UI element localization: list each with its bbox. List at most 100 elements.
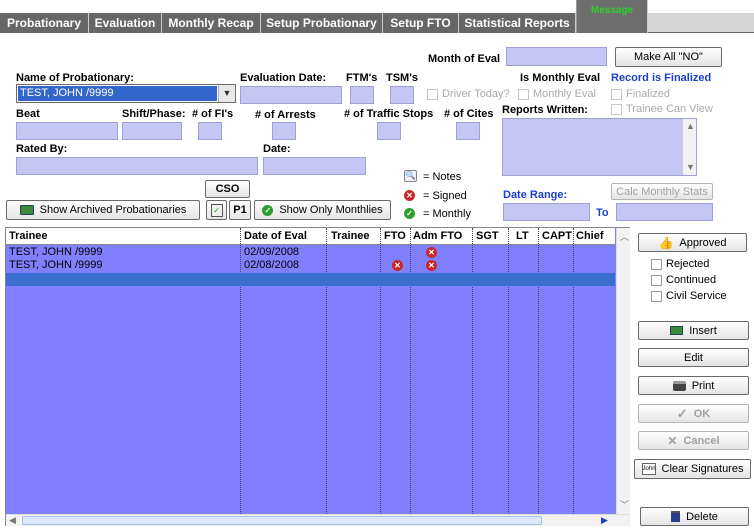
edit-label: Edit bbox=[684, 351, 703, 364]
ftms-field[interactable] bbox=[350, 86, 374, 104]
tab-message[interactable]: Message bbox=[576, 0, 648, 33]
date-label: Date: bbox=[263, 143, 291, 155]
col-date-of-eval[interactable]: Date of Eval bbox=[244, 230, 307, 242]
cancel-button[interactable]: ✕ Cancel bbox=[638, 431, 749, 450]
row-date: 02/09/2008 bbox=[244, 246, 300, 258]
printer-icon bbox=[672, 380, 686, 391]
col-chief[interactable]: Chief bbox=[576, 230, 604, 242]
grid-header: Trainee Date of Eval Trainee FTO Adm FTO… bbox=[6, 228, 615, 245]
ok-label: OK bbox=[693, 407, 711, 420]
table-row[interactable]: TEST, JOHN /9999 02/09/2008 ✕ bbox=[6, 246, 615, 259]
trainee-can-view-checkbox[interactable] bbox=[611, 104, 622, 115]
checklist-button[interactable]: ✓ bbox=[206, 200, 227, 220]
grid-horizontal-scrollbar[interactable]: ◀ ▶ bbox=[6, 514, 630, 526]
rated-by-label: Rated By: bbox=[16, 143, 68, 155]
finalized-checkbox[interactable] bbox=[611, 89, 622, 100]
chevron-down-icon[interactable]: ▼ bbox=[218, 85, 235, 102]
driver-today-checkbox[interactable] bbox=[427, 89, 438, 100]
probationary-selected-value: TEST, JOHN /9999 bbox=[18, 86, 217, 101]
selected-row[interactable] bbox=[6, 273, 615, 286]
row-date: 02/08/2008 bbox=[244, 259, 300, 271]
approved-button[interactable]: 👍 Approved bbox=[638, 233, 747, 252]
p1-button[interactable]: P1 bbox=[229, 200, 251, 220]
cso-button[interactable]: CSO bbox=[205, 180, 250, 198]
tab-probationary[interactable]: Probationary bbox=[0, 13, 89, 33]
tab-monthly-recap[interactable]: Monthly Recap bbox=[162, 13, 261, 33]
adm-fto-signed-icon: ✕ bbox=[426, 259, 437, 271]
traffic-stops-label: # of Traffic Stops bbox=[344, 108, 434, 120]
tab-evaluation[interactable]: Evaluation bbox=[89, 13, 162, 33]
shift-phase-label: Shift/Phase: bbox=[122, 108, 186, 120]
scroll-up-icon[interactable]: ︿ bbox=[620, 230, 629, 243]
record-finalized-label: Record is Finalized bbox=[611, 72, 712, 84]
tsms-label: TSM's bbox=[386, 72, 418, 84]
civil-service-checkbox[interactable] bbox=[651, 291, 662, 302]
month-of-eval-field[interactable] bbox=[506, 47, 607, 66]
row-trainee: TEST, JOHN /9999 bbox=[9, 259, 103, 271]
tab-setup-probationary[interactable]: Setup Probationary bbox=[261, 13, 383, 33]
insert-button[interactable]: Insert bbox=[638, 321, 749, 340]
clear-signatures-button[interactable]: John Clear Signatures bbox=[634, 459, 751, 479]
scroll-down-icon[interactable]: ▼ bbox=[686, 162, 695, 172]
show-archived-label: Show Archived Probationaries bbox=[39, 204, 187, 216]
continued-checkbox[interactable] bbox=[651, 275, 662, 286]
tab-bar: Probationary Evaluation Monthly Recap Se… bbox=[0, 0, 754, 33]
col-adm-fto[interactable]: Adm FTO bbox=[413, 230, 462, 242]
col-lt[interactable]: LT bbox=[516, 230, 529, 242]
table-row[interactable]: TEST, JOHN /9999 02/08/2008 ✕ ✕ bbox=[6, 259, 615, 272]
col-trainee-sign[interactable]: Trainee bbox=[331, 230, 370, 242]
probationary-select[interactable]: TEST, JOHN /9999 ▼ bbox=[16, 84, 236, 103]
calc-monthly-stats-label: Calc Monthly Stats bbox=[616, 185, 708, 198]
archive-icon bbox=[19, 205, 34, 215]
show-only-monthlies-button[interactable]: ✓ Show Only Monthlies bbox=[254, 200, 391, 220]
calc-monthly-stats-button[interactable]: Calc Monthly Stats bbox=[611, 183, 713, 200]
scroll-thumb[interactable] bbox=[22, 516, 542, 525]
cites-field[interactable] bbox=[456, 122, 480, 140]
date-range-start-field[interactable] bbox=[503, 203, 590, 221]
shift-phase-field[interactable] bbox=[122, 122, 182, 140]
rated-date-field[interactable] bbox=[263, 157, 366, 175]
evaluation-date-field[interactable] bbox=[240, 86, 342, 104]
fis-label: # of FI's bbox=[192, 108, 234, 120]
rated-by-field[interactable] bbox=[16, 157, 258, 175]
scroll-right-icon[interactable]: ▶ bbox=[601, 515, 608, 526]
monthly-eval-checkbox[interactable] bbox=[518, 89, 529, 100]
grid-vertical-scrollbar[interactable]: ︿ ﹀ bbox=[616, 228, 630, 514]
col-sgt[interactable]: SGT bbox=[476, 230, 499, 242]
delete-button[interactable]: Delete bbox=[640, 507, 749, 526]
date-range-end-field[interactable] bbox=[616, 203, 713, 221]
fis-field[interactable] bbox=[198, 122, 222, 140]
cites-label: # of Cites bbox=[444, 108, 494, 120]
scroll-up-icon[interactable]: ▲ bbox=[686, 121, 695, 131]
tsms-field[interactable] bbox=[390, 86, 414, 104]
trash-icon bbox=[671, 511, 681, 522]
col-trainee[interactable]: Trainee bbox=[9, 230, 48, 242]
evaluations-grid: Trainee Date of Eval Trainee FTO Adm FTO… bbox=[5, 227, 630, 526]
thumbs-up-icon: 👍 bbox=[658, 235, 674, 250]
traffic-stops-field[interactable] bbox=[377, 122, 401, 140]
reports-scrollbar[interactable]: ▲ ▼ bbox=[682, 119, 696, 175]
print-button[interactable]: Print bbox=[638, 376, 749, 395]
month-of-eval-label: Month of Eval bbox=[428, 53, 501, 65]
show-archived-button[interactable]: Show Archived Probationaries bbox=[6, 200, 200, 220]
monthly-legend: = Monthly bbox=[423, 208, 471, 220]
beat-field[interactable] bbox=[16, 122, 118, 140]
col-fto[interactable]: FTO bbox=[384, 230, 406, 242]
clear-signatures-label: Clear Signatures bbox=[661, 463, 744, 475]
ok-button[interactable]: ✓ OK bbox=[638, 404, 749, 423]
reports-written-textarea[interactable]: ▲ ▼ bbox=[502, 118, 697, 176]
notes-legend: = Notes bbox=[423, 171, 462, 183]
col-capt[interactable]: CAPT bbox=[542, 230, 572, 242]
edit-button[interactable]: Edit bbox=[638, 348, 749, 367]
beat-label: Beat bbox=[16, 108, 40, 120]
scroll-down-icon[interactable]: ﹀ bbox=[620, 498, 629, 511]
rejected-label: Rejected bbox=[666, 258, 710, 270]
tab-statistical-reports[interactable]: Statistical Reports bbox=[459, 13, 576, 33]
arrests-field[interactable] bbox=[272, 122, 296, 140]
make-all-no-label: Make All "NO" bbox=[634, 51, 703, 63]
scroll-left-icon[interactable]: ◀ bbox=[9, 515, 16, 526]
finalized-label: Finalized bbox=[626, 88, 671, 100]
tab-setup-fto[interactable]: Setup FTO bbox=[383, 13, 459, 33]
rejected-checkbox[interactable] bbox=[651, 259, 662, 270]
make-all-no-button[interactable]: Make All "NO" bbox=[615, 47, 722, 67]
